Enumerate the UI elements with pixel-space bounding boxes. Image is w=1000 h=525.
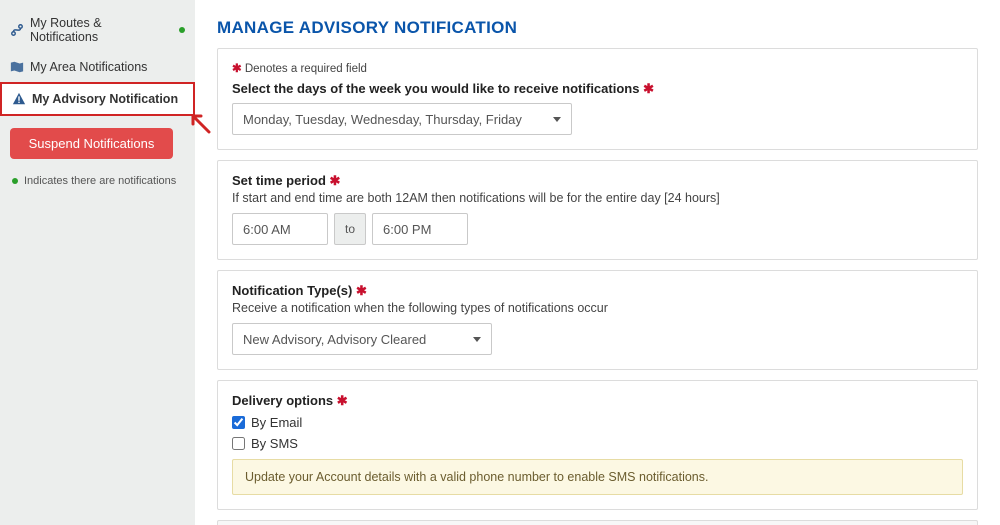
sms-checkbox[interactable] bbox=[232, 437, 245, 450]
page-title: MANAGE ADVISORY NOTIFICATION bbox=[217, 18, 978, 38]
time-start-input[interactable]: 6:00 AM bbox=[232, 213, 328, 245]
sidebar-item-advisory[interactable]: My Advisory Notification bbox=[0, 82, 195, 116]
email-checkbox[interactable] bbox=[232, 416, 245, 429]
sidebar-item-label: My Advisory Notification bbox=[32, 92, 178, 106]
asterisk-icon: ✱ bbox=[232, 63, 242, 75]
section-types: Notification Type(s) ✱ Receive a notific… bbox=[217, 270, 978, 370]
warning-icon bbox=[12, 92, 26, 106]
types-value: New Advisory, Advisory Cleared bbox=[243, 332, 426, 347]
required-note: ✱ Denotes a required field bbox=[232, 61, 963, 75]
notification-dot-icon bbox=[179, 27, 185, 33]
time-help: If start and end time are both 12AM then… bbox=[232, 191, 963, 205]
types-dropdown[interactable]: New Advisory, Advisory Cleared bbox=[232, 323, 492, 355]
types-help: Receive a notification when the followin… bbox=[232, 301, 963, 315]
map-icon bbox=[10, 60, 24, 74]
section-actions: Subscribe to Advisory Notification bbox=[217, 520, 978, 525]
sms-checkbox-label: By SMS bbox=[251, 436, 298, 451]
sms-alert: Update your Account details with a valid… bbox=[232, 459, 963, 495]
time-to-label: to bbox=[334, 213, 366, 245]
chevron-down-icon bbox=[473, 337, 481, 342]
main-content: MANAGE ADVISORY NOTIFICATION ✱ Denotes a… bbox=[195, 0, 1000, 525]
legend-text: Indicates there are notifications bbox=[24, 175, 176, 187]
asterisk-icon: ✱ bbox=[337, 393, 348, 408]
asterisk-icon: ✱ bbox=[643, 81, 654, 96]
asterisk-icon: ✱ bbox=[330, 173, 341, 188]
legend: Indicates there are notifications bbox=[12, 175, 185, 187]
sidebar-item-label: My Routes & Notifications bbox=[30, 16, 173, 44]
days-dropdown[interactable]: Monday, Tuesday, Wednesday, Thursday, Fr… bbox=[232, 103, 572, 135]
section-time: Set time period ✱ If start and end time … bbox=[217, 160, 978, 260]
time-end-input[interactable]: 6:00 PM bbox=[372, 213, 468, 245]
types-label: Notification Type(s) ✱ bbox=[232, 283, 963, 299]
chevron-down-icon bbox=[553, 117, 561, 122]
suspend-notifications-button[interactable]: Suspend Notifications bbox=[10, 128, 173, 159]
sidebar: My Routes & Notifications My Area Notifi… bbox=[0, 0, 195, 525]
notification-dot-icon bbox=[12, 178, 18, 184]
days-value: Monday, Tuesday, Wednesday, Thursday, Fr… bbox=[243, 112, 522, 127]
sidebar-item-routes[interactable]: My Routes & Notifications bbox=[0, 8, 195, 52]
sidebar-item-area[interactable]: My Area Notifications bbox=[0, 52, 195, 82]
time-label: Set time period ✱ bbox=[232, 173, 963, 189]
sidebar-item-label: My Area Notifications bbox=[30, 60, 147, 74]
asterisk-icon: ✱ bbox=[356, 283, 367, 298]
delivery-label: Delivery options ✱ bbox=[232, 393, 963, 409]
section-days: ✱ Denotes a required field Select the da… bbox=[217, 48, 978, 150]
section-delivery: Delivery options ✱ By Email By SMS Updat… bbox=[217, 380, 978, 510]
email-checkbox-label: By Email bbox=[251, 415, 302, 430]
days-label: Select the days of the week you would li… bbox=[232, 81, 963, 97]
route-icon bbox=[10, 23, 24, 37]
